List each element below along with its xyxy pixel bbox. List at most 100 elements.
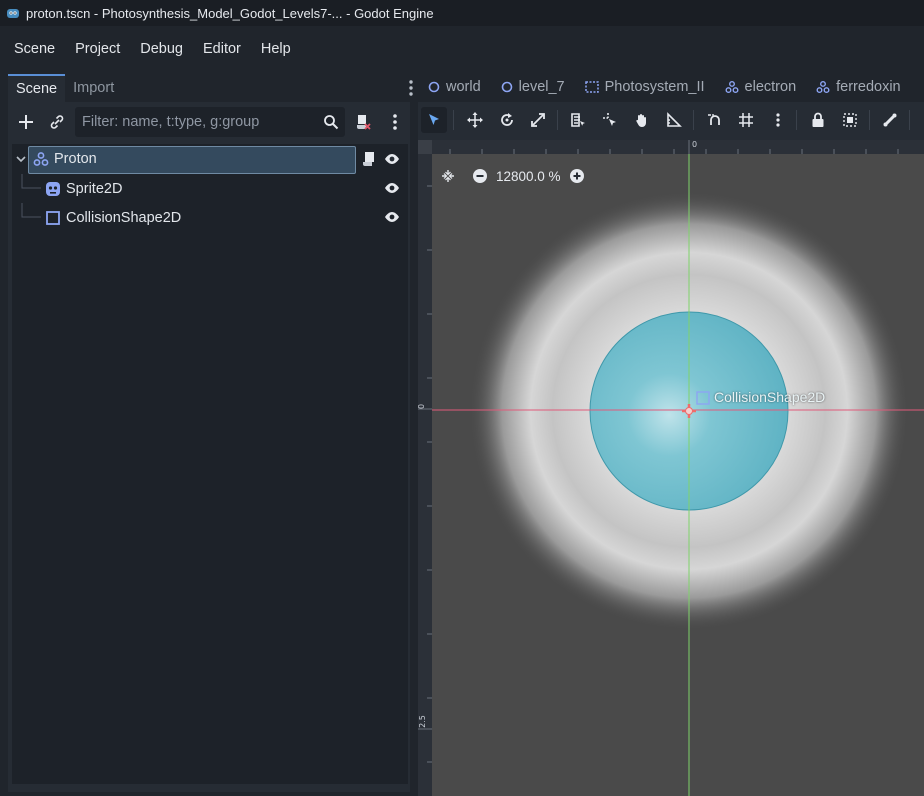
toolbar-overflow-button[interactable] [916,107,924,133]
sprite-node-icon [46,182,60,196]
rigid-body-node-icon [816,80,830,94]
ruler-origin-label: 0 [692,140,698,149]
filter-input[interactable] [82,114,318,130]
scene-tab-photosystem-ii[interactable]: Photosystem_II [575,72,715,102]
filter-field[interactable] [75,107,345,137]
visibility-eye-icon[interactable] [384,152,400,166]
menu-project[interactable]: Project [65,35,130,63]
scene-tab-level-7[interactable]: level_7 [491,72,575,102]
list-select-icon [571,113,585,127]
tree-item-sprite2d[interactable]: Sprite2D [12,174,408,203]
rigid-body-node-icon [33,152,49,166]
zoom-level[interactable]: 12800.0 % [496,169,561,184]
rotate-mode-button[interactable] [494,107,520,133]
grid-icon [739,113,753,127]
menu-bar: Scene Project Debug Editor Help [0,26,924,72]
tree-item-proton[interactable]: Proton [12,145,408,174]
search-icon [324,115,339,130]
circle-node-icon [501,81,512,93]
scene-panel: Proton Sprite2D [8,102,410,792]
canvas-toolbar [418,102,924,138]
ruler-corner [418,140,432,154]
scene-tab-label: level_7 [518,79,565,95]
snap-options-button[interactable] [765,107,791,133]
scene-tab-bar: world level_7 Photosystem_II electron fe… [418,72,924,102]
scene-tree: Proton Sprite2D CollisionShape2D [12,144,408,784]
toolbar-separator [557,110,558,130]
window-title: proton.tscn - Photosynthesis_Model_Godot… [26,5,434,21]
ruler-label: 2.5 [418,715,427,728]
godot-editor-window: proton.tscn - Photosynthesis_Model_Godot… [0,0,924,796]
rigid-body-node-icon [725,80,739,94]
canvas-drawing [432,154,924,796]
visibility-eye-icon[interactable] [384,181,400,195]
select-arrow-icon [429,114,439,125]
tab-scene[interactable]: Scene [8,74,66,102]
lock-icon [812,112,824,127]
scale-icon [531,113,545,127]
menu-help[interactable]: Help [251,35,301,63]
hand-icon [636,114,646,128]
vertical-dots-icon [776,113,780,127]
scene-tab-world[interactable]: world [418,72,491,102]
toolbar-separator [693,110,694,130]
scene-tab-electron[interactable]: electron [715,72,807,102]
scene-tab-label: electron [744,79,797,95]
title-bar: proton.tscn - Photosynthesis_Model_Godot… [0,0,924,26]
toolbar-separator [869,110,870,130]
circle-node-icon [428,81,440,93]
scene-dock: Scene Import Filter: name, t:type, g:gro… [0,72,418,796]
ruler-horizontal: 0 [432,140,924,154]
ruler-ticks [449,140,899,154]
script-icon[interactable] [362,151,376,167]
menu-debug[interactable]: Debug [130,35,193,63]
select-mode-button[interactable] [421,107,447,133]
tree-item-label: Proton [54,151,97,167]
dock-menu-icon[interactable] [406,78,416,98]
group-button[interactable] [837,107,863,133]
node-name-label: CollisionShape2D [714,389,826,405]
menu-scene[interactable]: Scene [4,35,65,63]
canvas-viewport[interactable]: 0 0 2.5 [418,140,924,796]
toolbar-separator [453,110,454,130]
scene-tab-ferredoxin[interactable]: ferredoxin [806,72,910,102]
selectable-nodes-button[interactable] [565,107,591,133]
center-view-icon[interactable] [440,168,456,184]
lock-button[interactable] [805,107,831,133]
grid-snap-button[interactable] [733,107,759,133]
collision-shape-node-icon [46,211,60,225]
instance-scene-link-icon[interactable] [46,111,68,133]
zoom-controls: 12800.0 % [440,165,585,187]
skeleton-button[interactable] [877,107,903,133]
tab-import[interactable]: Import [65,74,122,102]
scene-toolbar [8,102,410,142]
smart-snap-button[interactable] [702,107,728,133]
ruler-origin-label: 0 [418,404,426,409]
ruler-mode-button[interactable] [661,107,687,133]
visibility-eye-icon[interactable] [384,210,400,224]
tree-item-collisionshape2d[interactable]: CollisionShape2D [12,203,408,232]
scene-tab-label: ferredoxin [836,79,901,95]
godot-logo-icon [7,9,19,18]
magnet-snap-icon [708,114,720,125]
toolbar-separator [909,110,910,130]
zoom-in-icon[interactable] [569,168,585,184]
tree-item-label: Sprite2D [66,181,123,197]
move-icon [467,112,483,128]
toolbar-separator [796,110,797,130]
scale-mode-button[interactable] [525,107,551,133]
scene-canvas[interactable]: CollisionShape2D [432,154,924,796]
scene-options-icon[interactable] [384,111,406,133]
move-mode-button[interactable] [462,107,488,133]
menu-editor[interactable]: Editor [193,35,251,63]
zoom-out-icon[interactable] [472,168,488,184]
pivot-mode-button[interactable] [597,107,623,133]
add-node-icon[interactable] [15,111,37,133]
attach-script-icon[interactable] [352,111,374,133]
chevron-down-icon[interactable] [16,156,26,164]
scene-tab-label: world [446,79,481,95]
dashed-rect-node-icon [584,81,599,93]
group-icon [843,113,857,127]
pan-mode-button[interactable] [629,107,655,133]
rotate-icon [501,113,513,126]
